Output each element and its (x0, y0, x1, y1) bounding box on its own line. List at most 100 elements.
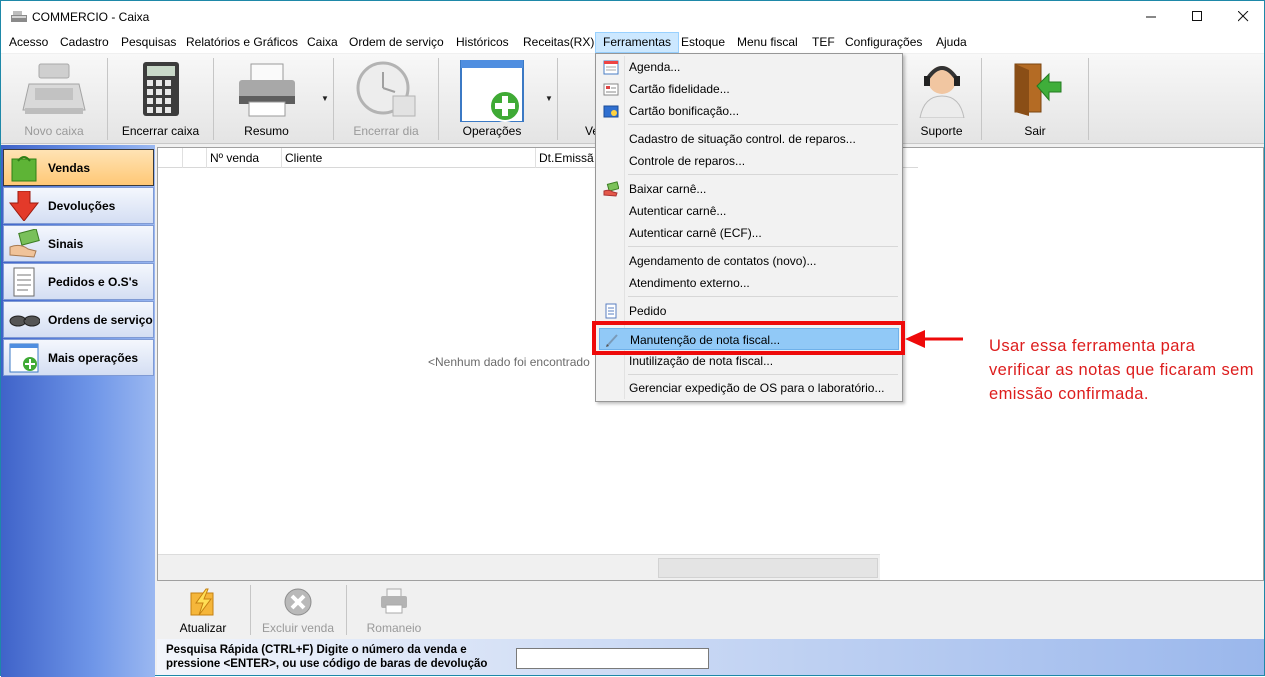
menu-item-label: Autenticar carnê... (629, 204, 727, 218)
operacoes-button[interactable]: Operações (439, 54, 545, 142)
menu-tef[interactable]: TEF (805, 32, 842, 53)
suporte-button[interactable]: Suporte (903, 54, 980, 142)
resumo-dropdown-arrow[interactable]: ▼ (321, 94, 329, 103)
menu-item-label: Cartão bonificação... (629, 104, 740, 118)
close-icon (1237, 11, 1248, 22)
menu-item-label: Cartão fidelidade... (629, 82, 730, 96)
menu-item-autenticar-carne[interactable]: Autenticar carnê... (599, 200, 899, 222)
encerrar-dia-label: Encerrar dia (353, 124, 419, 138)
menu-item-agendamento-contatos[interactable]: Agendamento de contatos (novo)... (599, 250, 899, 272)
encerrar-dia-button[interactable]: Encerrar dia (334, 54, 438, 142)
menu-pesquisas[interactable]: Pesquisas (114, 32, 183, 53)
menu-ajuda[interactable]: Ajuda (929, 32, 974, 53)
delete-icon (284, 588, 312, 616)
menu-historicos[interactable]: Históricos (449, 32, 516, 53)
menu-item-agenda[interactable]: Agenda... (599, 56, 899, 78)
cash-register-icon (22, 63, 86, 114)
sidebar-item-vendas[interactable]: Vendas (3, 149, 154, 186)
resumo-label: Resumo (244, 124, 289, 138)
bottom-toolbar: Atualizar Excluir venda Romaneio (157, 581, 1264, 639)
menu-item-controle-de-reparos[interactable]: Controle de reparos... (599, 150, 899, 172)
sidebar-item-label: Devoluções (48, 199, 116, 213)
romaneio-button[interactable]: Romaneio (348, 583, 440, 637)
horizontal-scrollbar[interactable] (158, 554, 880, 580)
menu-item-label: Baixar carnê... (629, 182, 707, 196)
sair-button[interactable]: Sair (982, 54, 1088, 142)
sidebar-item-ordens-de-servico[interactable]: Ordens de serviço (3, 301, 154, 338)
operacoes-dropdown-arrow[interactable]: ▼ (545, 94, 553, 103)
operacoes-label: Operações (462, 124, 522, 138)
sidebar-item-sinais[interactable]: Sinais (3, 225, 154, 262)
printer-icon (381, 588, 407, 614)
menu-estoque[interactable]: Estoque (674, 32, 732, 53)
menu-configuracoes[interactable]: Configurações (838, 32, 929, 53)
encerrar-caixa-label: Encerrar caixa (121, 124, 200, 138)
bonus-card-icon (603, 105, 619, 118)
add-window-icon (460, 60, 524, 122)
excluir-venda-button[interactable]: Excluir venda (252, 583, 344, 637)
menu-relatorios-graficos[interactable]: Relatórios e Gráficos (179, 32, 305, 53)
toolbar-separator (557, 58, 558, 140)
clock-calendar-icon (356, 61, 416, 117)
minimize-button[interactable] (1128, 1, 1174, 32)
menu-item-cartao-bonificacao[interactable]: Cartão bonificação... (599, 100, 899, 122)
menu-item-atendimento-externo[interactable]: Atendimento externo... (599, 272, 899, 294)
menu-receitas-rx[interactable]: Receitas(RX) (516, 32, 601, 53)
sidebar-item-devolucoes[interactable]: Devoluções (3, 187, 154, 224)
menu-item-cartao-fidelidade[interactable]: Cartão fidelidade... (599, 78, 899, 100)
column-separator (281, 148, 282, 168)
sidebar-item-label: Sinais (48, 237, 84, 251)
menu-item-pedido[interactable]: Pedido (599, 300, 899, 322)
toolbar-separator (250, 585, 251, 635)
menu-caixa[interactable]: Caixa (300, 32, 345, 53)
down-arrow-icon (8, 191, 40, 221)
encerrar-caixa-button[interactable]: Encerrar caixa (108, 54, 213, 142)
menu-separator (628, 124, 898, 125)
menu-menu-fiscal[interactable]: Menu fiscal (730, 32, 805, 53)
sidebar-item-mais-operacoes[interactable]: Mais operações (3, 339, 154, 376)
glasses-icon (9, 315, 40, 327)
menu-bar: Acesso Cadastro Pesquisas Relatórios e G… (1, 32, 1264, 53)
novo-caixa-button[interactable]: Novo caixa (1, 54, 107, 142)
sair-label: Sair (1024, 124, 1046, 138)
scrollbar-thumb[interactable] (658, 558, 878, 578)
highlight-box (592, 321, 905, 355)
column-header-numero-venda[interactable]: Nº venda (210, 151, 259, 165)
sidebar-item-label: Pedidos e O.S's (48, 275, 139, 289)
sidebar-item-label: Vendas (48, 161, 91, 175)
menu-ordem-de-servico[interactable]: Ordem de serviço (342, 32, 451, 53)
card-icon (603, 83, 619, 96)
quick-search-input[interactable] (516, 648, 709, 669)
shopping-bag-icon (11, 156, 37, 182)
close-button[interactable] (1220, 1, 1265, 32)
menu-item-cadastro-situacao-reparos[interactable]: Cadastro de situação control. de reparos… (599, 128, 899, 150)
menu-item-label: Pedido (629, 304, 667, 318)
menu-item-autenticar-carne-ecf[interactable]: Autenticar carnê (ECF)... (599, 222, 899, 244)
sidebar-item-pedidos-os[interactable]: Pedidos e O.S's (3, 263, 154, 300)
window-title: COMMERCIO - Caixa (32, 10, 150, 24)
menu-item-gerenciar-expedicao-os[interactable]: Gerenciar expedição de OS para o laborat… (599, 377, 899, 399)
payment-icon (603, 181, 619, 197)
menu-item-label: Agenda... (629, 60, 681, 74)
column-header-cliente[interactable]: Cliente (285, 151, 322, 165)
menu-item-label: Inutilização de nota fiscal... (629, 354, 774, 368)
calendar-icon (603, 60, 619, 75)
maximize-button[interactable] (1174, 1, 1220, 32)
menu-item-label: Cadastro de situação control. de reparos… (629, 132, 856, 146)
toolbar-separator (346, 585, 347, 635)
cash-register-app-icon (11, 11, 27, 22)
menu-cadastro[interactable]: Cadastro (53, 32, 116, 53)
menu-separator (628, 374, 898, 375)
sidebar: Vendas Devoluções Sinais Pedidos e O.S's… (1, 145, 155, 677)
printer-icon (238, 63, 295, 117)
menu-ferramentas[interactable]: Ferramentas (595, 32, 680, 53)
menu-item-label: Gerenciar expedição de OS para o laborat… (629, 381, 885, 395)
atualizar-label: Atualizar (179, 621, 227, 635)
menu-acesso[interactable]: Acesso (2, 32, 55, 53)
resumo-button[interactable]: Resumo (214, 54, 319, 142)
menu-item-baixar-carne[interactable]: Baixar carnê... (599, 178, 899, 200)
menu-item-label: Agendamento de contatos (novo)... (629, 254, 817, 268)
atualizar-button[interactable]: Atualizar (157, 583, 249, 637)
romaneio-label: Romaneio (366, 621, 422, 635)
column-header-dt-emissao[interactable]: Dt.Emissã (539, 151, 594, 165)
